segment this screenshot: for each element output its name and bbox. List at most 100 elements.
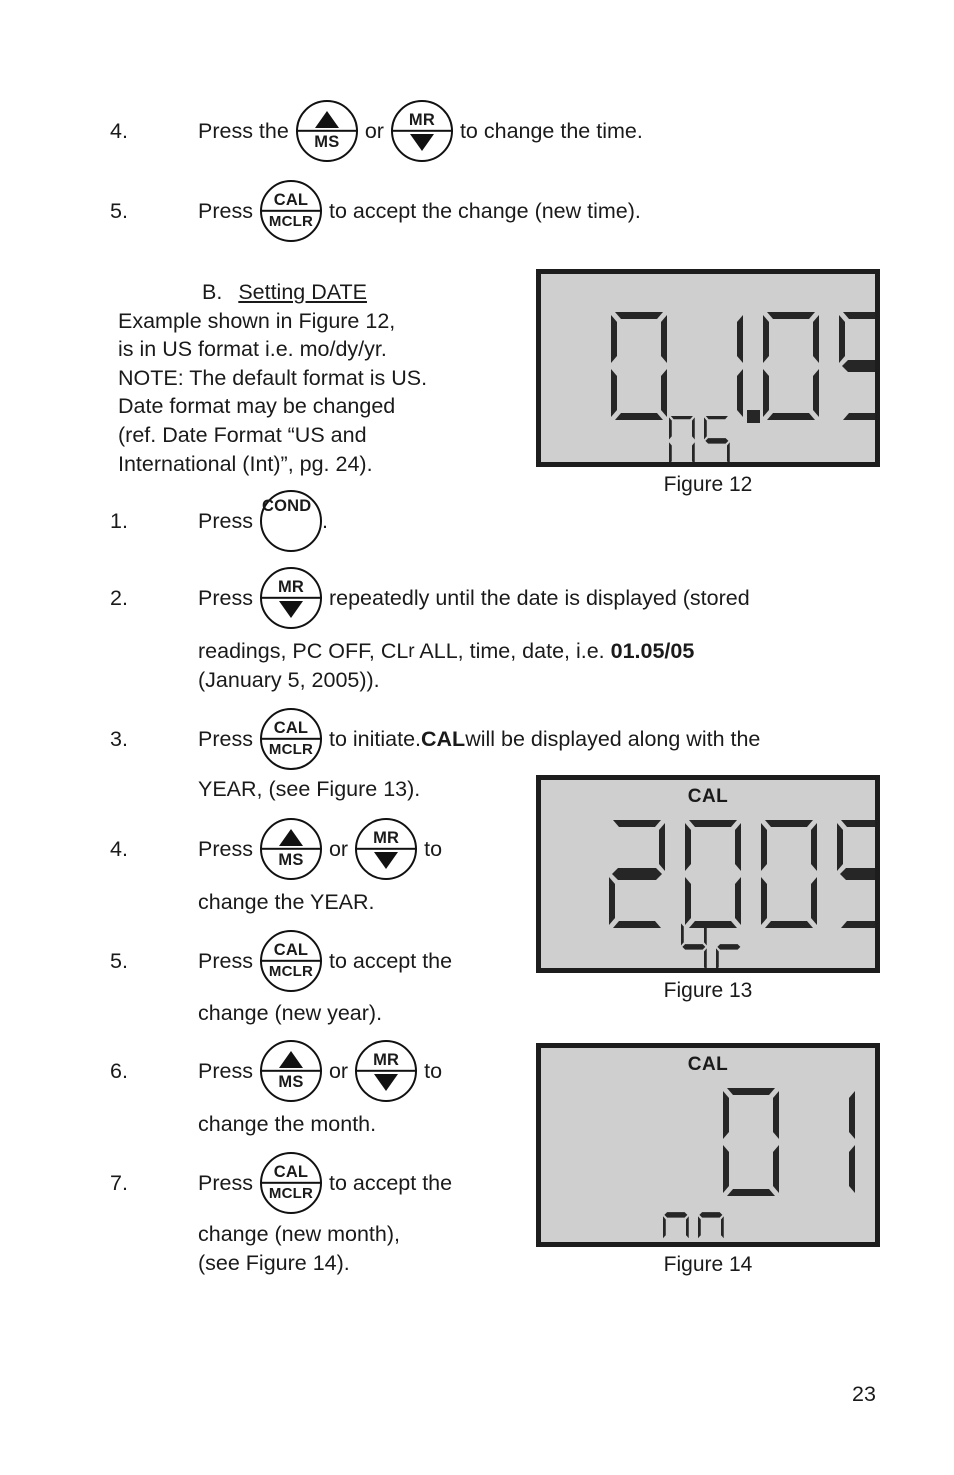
section-line: is in US format i.e. mo/dy/yr.	[118, 337, 387, 362]
key-label-ms: MS	[314, 133, 340, 151]
triangle-down-icon	[374, 1074, 399, 1091]
step-cont-text: change the month.	[198, 1112, 377, 1136]
figure-13: CAL Figure 13	[536, 775, 893, 1003]
section-heading: Setting DATE	[238, 280, 367, 304]
key-label-ms: MS	[278, 1073, 304, 1091]
section-letter: B.	[202, 280, 223, 304]
step-text: Press	[198, 726, 253, 751]
date-example-value: 01.05/05	[610, 639, 695, 663]
cal-mclr-key[interactable]: CAL MCLR	[259, 1152, 322, 1214]
step-cont-text: YEAR, (see Figure 13).	[198, 777, 421, 801]
triangle-up-icon	[278, 1051, 303, 1068]
step-text-tail: repeatedly until the date is displayed (…	[328, 585, 750, 610]
key-label-mr: MR	[373, 828, 400, 847]
key-label-mr: MR	[408, 110, 435, 129]
key-divider	[259, 959, 322, 963]
step-number: 2.	[110, 585, 128, 610]
step-number: 3.	[110, 726, 128, 751]
triangle-down-icon	[278, 601, 303, 618]
lcd-segments-12	[611, 312, 895, 466]
cal-emphasis: CAL	[421, 726, 466, 751]
annunciator-cal: CAL	[687, 786, 729, 807]
mr-down-key[interactable]: MR	[355, 1040, 418, 1102]
up-ms-key[interactable]: MS	[295, 100, 358, 162]
key-divider	[259, 737, 322, 741]
step-number: 4.	[110, 836, 128, 861]
key-label-cal: CAL	[273, 190, 309, 209]
step-date-5-continued: change (new year).	[198, 999, 382, 1028]
step-text-tail: to accept the	[328, 948, 453, 973]
key-label-mclr: MCLR	[268, 963, 314, 980]
section-line: (ref. Date Format “US and	[118, 422, 367, 447]
cal-mclr-key[interactable]: CAL MCLR	[259, 180, 322, 242]
step-text: Press	[198, 1058, 253, 1083]
figure-caption: Figure 14	[663, 1253, 753, 1276]
section-line: Date format may be changed	[118, 394, 396, 419]
up-ms-key[interactable]: MS	[259, 1040, 322, 1102]
key-label-mr: MR	[277, 577, 304, 596]
mr-down-key[interactable]: MR	[390, 100, 453, 162]
key-label-cal: CAL	[273, 1162, 309, 1181]
step-text: Press	[198, 585, 253, 610]
step-cont-text-b: ALL, time, date, i.e.	[414, 639, 611, 663]
step-number: 6.	[110, 1058, 128, 1083]
cal-mclr-key[interactable]: CAL MCLR	[259, 930, 322, 992]
step-text-tail: .	[321, 508, 328, 533]
step-text: Press	[198, 836, 253, 861]
key-divider	[390, 129, 453, 133]
triangle-up-icon	[278, 829, 303, 846]
step-cont-text: readings, PC OFF, CL	[198, 639, 409, 663]
lcd-display-13: CAL	[536, 775, 893, 973]
lcd-segments-14	[663, 1088, 855, 1239]
step-number: 5.	[110, 198, 128, 223]
step-text-tail: to accept the	[328, 1170, 453, 1195]
key-divider	[259, 1069, 322, 1073]
lcd-display-14: CAL	[536, 1043, 880, 1247]
section-line: Example shown in Figure 12,	[118, 308, 396, 333]
step-text: Press the	[198, 118, 289, 143]
step-number: 7.	[110, 1170, 128, 1195]
step-date-2: 2. Press MR repeatedly until the date is…	[110, 567, 750, 629]
key-label-ms: MS	[278, 851, 304, 869]
lcd-display-12	[536, 269, 895, 467]
figure-14: CAL Figure 14	[536, 1043, 880, 1277]
key-label-mclr: MCLR	[268, 213, 314, 230]
key-divider	[259, 209, 322, 213]
section-line: International (Int)”, pg. 24).	[118, 451, 373, 476]
step-date-4: 4. Press MS or MR to	[110, 818, 442, 880]
step-cont-r: r	[408, 641, 415, 662]
mr-down-key[interactable]: MR	[355, 818, 418, 880]
cal-mclr-key[interactable]: CAL MCLR	[259, 708, 322, 770]
step-cont-text-b: (see Figure 14).	[198, 1250, 350, 1275]
key-label-cond: COND	[261, 497, 312, 515]
mr-down-key[interactable]: MR	[259, 567, 322, 629]
key-divider	[355, 1069, 418, 1073]
triangle-down-icon	[374, 852, 399, 869]
step-date-3: 3. Press CAL MCLR to initiate. CAL will …	[110, 708, 760, 770]
figure-caption: Figure 12	[663, 473, 753, 496]
annunciator-cal: CAL	[687, 1054, 729, 1075]
cond-key[interactable]: COND	[259, 490, 322, 552]
step-date-6-continued: change the month.	[198, 1110, 376, 1139]
key-label-cal: CAL	[273, 718, 309, 737]
step-cont-text-2: (January 5, 2005)).	[198, 667, 380, 692]
step-date-2-continued: readings, PC OFF, CLr ALL, time, date, i…	[198, 637, 694, 694]
step-text-a: to initiate.	[328, 726, 421, 751]
key-divider	[295, 129, 358, 133]
step-date-5: 5. Press CAL MCLR to accept the	[110, 930, 452, 992]
step-text: Press	[198, 948, 253, 973]
step-top-5: 5. Press CAL MCLR to accept the change (…	[110, 180, 641, 242]
page-number: 23	[852, 1382, 876, 1406]
key-label-cal: CAL	[273, 940, 309, 959]
step-text-or: or	[328, 836, 349, 861]
key-label-mr: MR	[373, 1050, 400, 1069]
step-top-4: 4. Press the MS or MR to change the time…	[110, 100, 643, 162]
triangle-down-icon	[409, 134, 434, 151]
up-ms-key[interactable]: MS	[259, 818, 322, 880]
step-date-4-continued: change the YEAR.	[198, 888, 375, 917]
lcd-segments-13	[609, 820, 893, 972]
figure-caption: Figure 13	[663, 979, 753, 1002]
key-label-mclr: MCLR	[268, 1185, 314, 1202]
step-text-tail: to accept the change (new time).	[328, 198, 641, 223]
step-number: 1.	[110, 508, 128, 533]
